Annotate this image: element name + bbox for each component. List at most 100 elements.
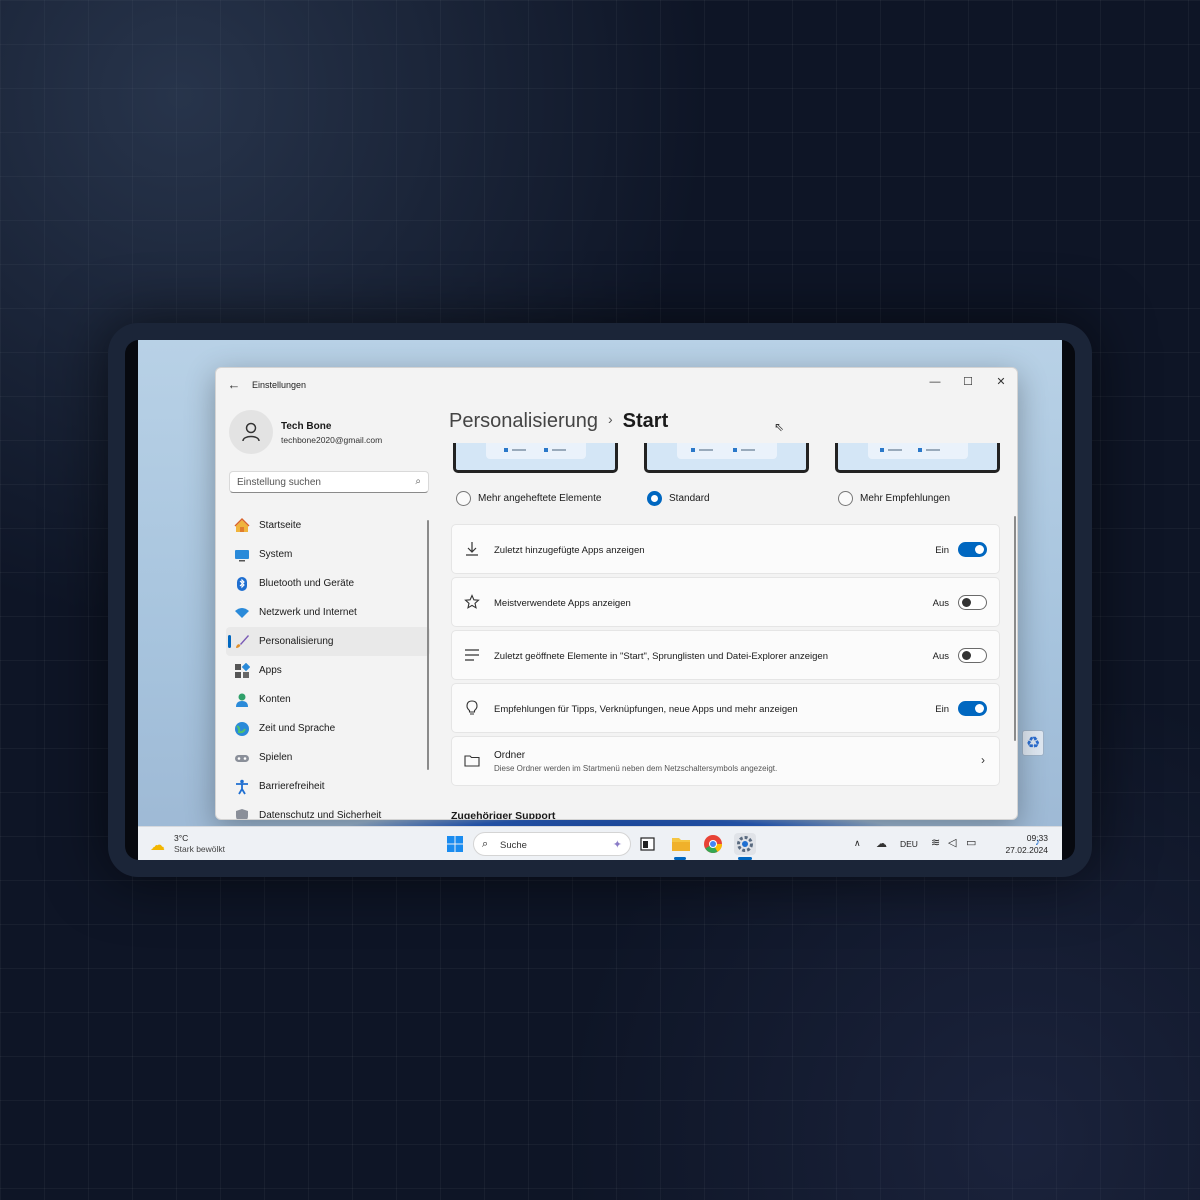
sidebar-item-barrierefreiheit[interactable]: Barrierefreiheit bbox=[226, 772, 430, 801]
layout-preview-more-recs[interactable] bbox=[835, 443, 1000, 473]
sidebar-item-bluetooth[interactable]: Bluetooth und Geräte bbox=[226, 569, 430, 598]
mouse-cursor-icon: ⇖ bbox=[774, 420, 785, 434]
sidebar-item-label: Spielen bbox=[259, 752, 293, 763]
toggle-recent-items[interactable] bbox=[958, 648, 987, 663]
setting-label: Zuletzt hinzugefügte Apps anzeigen bbox=[494, 545, 645, 556]
screen: ← Einstellungen — ☐ ✕ Tech Bone techbone… bbox=[125, 340, 1075, 860]
search-placeholder: Einstellung suchen bbox=[237, 477, 321, 488]
sidebar-scrollbar[interactable] bbox=[427, 520, 429, 770]
preview-dot bbox=[880, 448, 884, 452]
avatar bbox=[229, 410, 273, 454]
maximize-button[interactable]: ☐ bbox=[954, 372, 982, 392]
related-support-heading: Zugehöriger Support bbox=[451, 810, 556, 820]
tv-icon[interactable] bbox=[637, 833, 659, 855]
sidebar-item-system[interactable]: System bbox=[226, 540, 430, 569]
preview-dot bbox=[544, 448, 548, 452]
toggle-recent-apps[interactable] bbox=[958, 542, 987, 557]
back-button[interactable]: ← bbox=[226, 377, 242, 393]
preview-line bbox=[741, 449, 755, 451]
home-icon bbox=[234, 518, 250, 532]
weather-widget[interactable]: ☁ 3°C Stark bewölkt bbox=[150, 833, 240, 857]
sidebar-item-apps[interactable]: Apps bbox=[226, 656, 430, 685]
user-profile[interactable]: Tech Bone techbone2020@gmail.com bbox=[229, 410, 429, 454]
settings-search-input[interactable]: Einstellung suchen ⌕ bbox=[229, 471, 429, 493]
shield-icon bbox=[236, 809, 248, 819]
brush-icon bbox=[236, 635, 249, 648]
star-icon bbox=[464, 594, 480, 609]
preview-line bbox=[552, 449, 566, 451]
onedrive-icon[interactable]: ☁ bbox=[876, 837, 887, 850]
monitor-icon bbox=[235, 550, 249, 562]
setting-recent-apps: Zuletzt hinzugefügte Apps anzeigen Ein bbox=[451, 524, 1000, 574]
language-indicator[interactable]: DEU bbox=[900, 839, 918, 849]
radio-button[interactable] bbox=[838, 491, 853, 506]
preview-dot bbox=[691, 448, 695, 452]
settings-window: ← Einstellungen — ☐ ✕ Tech Bone techbone… bbox=[215, 367, 1018, 820]
radio-label: Standard bbox=[669, 493, 710, 504]
radio-button-selected[interactable] bbox=[647, 491, 662, 506]
sidebar-item-label: Personalisierung bbox=[259, 636, 334, 647]
minimize-button[interactable]: — bbox=[921, 372, 949, 392]
search-icon: ⌕ bbox=[482, 838, 489, 850]
battery-icon[interactable]: ▭ bbox=[966, 836, 976, 849]
sidebar-item-spielen[interactable]: Spielen bbox=[226, 743, 430, 772]
radio-button[interactable] bbox=[456, 491, 471, 506]
sidebar-item-netzwerk[interactable]: Netzwerk und Internet bbox=[226, 598, 430, 627]
preview-line bbox=[926, 449, 940, 451]
preview-line bbox=[699, 449, 713, 451]
sidebar-nav: Startseite System Bluetooth und Geräte N… bbox=[226, 511, 430, 819]
setting-folders[interactable]: Ordner Diese Ordner werden im Startmenü … bbox=[451, 736, 1000, 786]
preview-panel bbox=[677, 443, 777, 459]
sidebar-item-datenschutz[interactable]: Datenschutz und Sicherheit bbox=[226, 801, 430, 819]
settings-gear-icon[interactable] bbox=[734, 833, 756, 855]
sidebar-item-label: Bluetooth und Geräte bbox=[259, 578, 355, 589]
file-explorer-icon[interactable] bbox=[670, 833, 692, 855]
search-icon: ⌕ bbox=[415, 476, 421, 487]
toggle-state: Aus bbox=[932, 598, 949, 609]
accessibility-icon bbox=[236, 779, 248, 795]
lightbulb-icon bbox=[466, 700, 478, 715]
taskbar-search[interactable]: ⌕ Suche ✦ bbox=[473, 832, 631, 856]
toggle-state: Aus bbox=[932, 651, 949, 662]
start-icon[interactable] bbox=[444, 833, 466, 855]
chevron-up-icon[interactable]: ∧ bbox=[854, 838, 861, 849]
preview-dot bbox=[918, 448, 922, 452]
sidebar-item-label: System bbox=[259, 549, 293, 560]
weather-description: Stark bewölkt bbox=[174, 844, 226, 854]
main-scrollbar[interactable] bbox=[1014, 516, 1016, 741]
toggle-recommendations[interactable] bbox=[958, 701, 987, 716]
toggle-knob bbox=[975, 704, 984, 713]
chrome-icon[interactable] bbox=[702, 833, 724, 855]
notification-bell-icon[interactable]: ♪ bbox=[1035, 837, 1040, 848]
recycle-bin-desktop-icon[interactable] bbox=[1013, 730, 1053, 780]
sidebar-item-zeit[interactable]: Zeit und Sprache bbox=[226, 714, 430, 743]
toggle-knob bbox=[975, 545, 984, 554]
radio-label: Mehr Empfehlungen bbox=[860, 493, 951, 504]
apps-icon bbox=[235, 663, 250, 678]
sidebar-item-label: Netzwerk und Internet bbox=[259, 607, 357, 618]
layout-preview-more-pins[interactable] bbox=[453, 443, 618, 473]
layout-preview-standard[interactable] bbox=[644, 443, 809, 473]
user-email: techbone2020@gmail.com bbox=[281, 435, 383, 445]
window-title: Einstellungen bbox=[252, 380, 307, 390]
active-app-indicator bbox=[674, 857, 686, 860]
preview-panel bbox=[868, 443, 968, 459]
toggle-knob bbox=[962, 598, 971, 607]
sidebar-item-konten[interactable]: Konten bbox=[226, 685, 430, 714]
download-icon bbox=[466, 542, 478, 556]
sidebar-item-personalisierung[interactable]: Personalisierung bbox=[226, 627, 430, 656]
desktop: ← Einstellungen — ☐ ✕ Tech Bone techbone… bbox=[138, 340, 1062, 860]
preview-panel bbox=[486, 443, 586, 459]
sidebar-item-startseite[interactable]: Startseite bbox=[226, 511, 430, 540]
taskbar-search-label: Suche bbox=[500, 840, 527, 851]
user-name: Tech Bone bbox=[281, 421, 332, 432]
volume-icon[interactable]: ◁ bbox=[948, 836, 956, 849]
wifi-icon[interactable]: ≋ bbox=[931, 836, 940, 849]
breadcrumb-parent[interactable]: Personalisierung bbox=[449, 410, 598, 432]
cloud-sun-icon: ☁ bbox=[150, 837, 165, 854]
breadcrumb: Personalisierung › Start bbox=[449, 410, 668, 433]
arrow-left-icon: ← bbox=[227, 377, 241, 392]
toggle-most-used-apps[interactable] bbox=[958, 595, 987, 610]
chevron-right-icon: › bbox=[981, 753, 985, 767]
close-button[interactable]: ✕ bbox=[987, 372, 1015, 392]
